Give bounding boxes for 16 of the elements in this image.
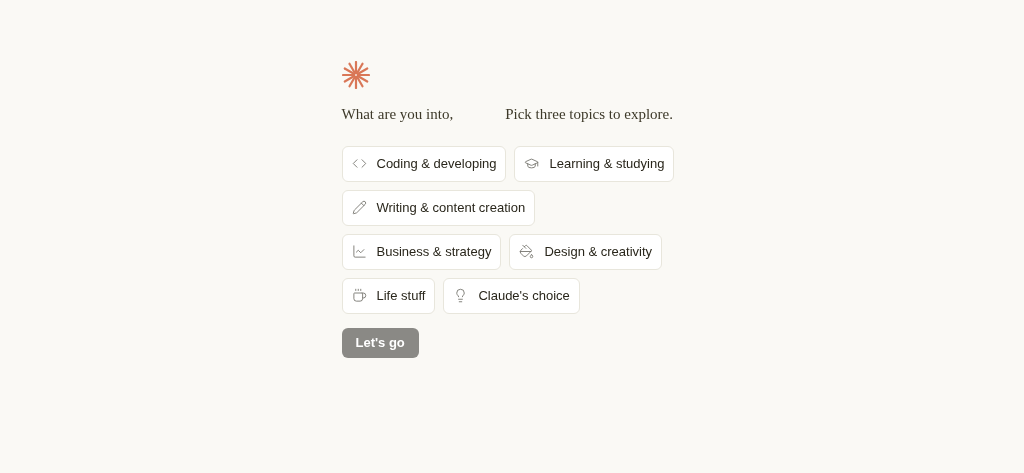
pencil-icon xyxy=(351,200,367,215)
topic-chip[interactable]: Writing & content creation xyxy=(341,189,536,226)
topic-chip[interactable]: Coding & developing xyxy=(341,145,507,182)
prompt-text: Pick three topics to explore. xyxy=(505,105,673,124)
topic-chip[interactable]: Design & creativity xyxy=(509,233,663,270)
greeting-text: What are you into, xyxy=(341,105,454,124)
code-icon xyxy=(351,156,367,171)
topic-chip[interactable]: Claude's choice xyxy=(443,277,580,314)
line-chart-icon xyxy=(351,244,367,259)
starburst-logo-icon xyxy=(341,61,370,89)
paint-bucket-icon xyxy=(519,244,535,259)
topic-chip[interactable]: Life stuff xyxy=(341,277,436,314)
topic-chip[interactable]: Business & strategy xyxy=(341,233,502,270)
graduation-cap-icon xyxy=(524,156,540,171)
cup-icon xyxy=(351,288,367,303)
topic-chip[interactable]: Learning & studying xyxy=(514,145,675,182)
